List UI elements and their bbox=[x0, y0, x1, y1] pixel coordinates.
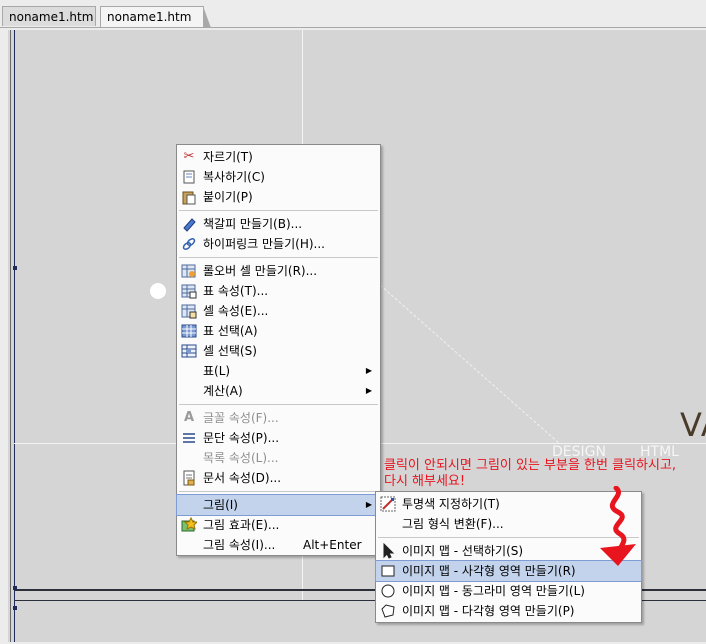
menu-item-label: 그림 속성(I)... bbox=[203, 538, 276, 552]
menu-item-label: 책갈피 만들기(B)... bbox=[203, 217, 303, 231]
cell-select-icon bbox=[181, 343, 197, 359]
menu-item-image-effect[interactable]: 그림 효과(E)... bbox=[177, 515, 380, 535]
menu-item-calculate-submenu[interactable]: 계산(A) ▶ bbox=[177, 381, 380, 401]
transparency-icon bbox=[380, 496, 396, 512]
submenu-arrow-icon: ▶ bbox=[365, 366, 372, 375]
menu-item-font-properties: A 글꼴 속성(F)... bbox=[177, 408, 380, 428]
menu-item-label: 그림 효과(E)... bbox=[203, 518, 280, 532]
menu-item-label: 셀 선택(S) bbox=[203, 344, 257, 358]
menu-item-shortcut: Alt+Enter bbox=[303, 538, 362, 552]
table-props-icon bbox=[181, 283, 197, 299]
submenu-item-label: 투명색 지정하기(T) bbox=[402, 497, 500, 511]
paragraph-icon bbox=[181, 430, 197, 446]
pointer-icon bbox=[380, 543, 396, 559]
submenu-arrow-icon: ▶ bbox=[365, 386, 372, 395]
menu-item-copy[interactable]: 복사하기(C) bbox=[177, 167, 380, 187]
submenu-item-label: 이미지 맵 - 선택하기(S) bbox=[402, 544, 524, 558]
menu-item-label: 문단 속성(P)... bbox=[203, 431, 280, 445]
menu-separator bbox=[179, 257, 378, 258]
menu-item-image-properties[interactable]: 그림 속성(I)... Alt+Enter bbox=[177, 535, 380, 555]
rectangle-icon bbox=[380, 563, 396, 579]
table-select-icon bbox=[181, 323, 197, 339]
menu-item-label: 롤오버 셀 만들기(R)... bbox=[203, 264, 318, 278]
menu-item-hyperlink[interactable]: 하이퍼링크 만들기(H)... bbox=[177, 234, 380, 254]
menu-separator bbox=[179, 210, 378, 211]
menu-separator bbox=[179, 491, 378, 492]
submenu-arrow-icon: ▶ bbox=[365, 500, 372, 509]
image-effect-icon bbox=[181, 517, 197, 533]
menu-separator bbox=[179, 404, 378, 405]
menu-item-select-table[interactable]: 표 선택(A) bbox=[177, 321, 380, 341]
menu-item-label: 표 선택(A) bbox=[203, 324, 258, 338]
menu-item-label: 표 속성(T)... bbox=[203, 284, 269, 298]
menu-item-label: 붙이기(P) bbox=[203, 190, 253, 204]
menu-item-table-submenu[interactable]: 표(L) ▶ bbox=[177, 361, 380, 381]
submenu-item-label: 이미지 맵 - 동그라미 영역 만들기(L) bbox=[402, 584, 585, 598]
annotation-line: 클릭이 안되시면 그림이 있는 부분을 한번 클릭하시고, bbox=[384, 458, 677, 473]
menu-item-label: 하이퍼링크 만들기(H)... bbox=[203, 237, 325, 251]
menu-item-label: 글꼴 속성(F)... bbox=[203, 411, 279, 425]
circle-icon bbox=[380, 583, 396, 599]
hyperlink-icon bbox=[181, 236, 197, 252]
menu-item-cut[interactable]: ✂ 자르기(T) bbox=[177, 147, 380, 167]
menu-item-rollover-cell[interactable]: 롤오버 셀 만들기(R)... bbox=[177, 261, 380, 281]
menu-item-paragraph-properties[interactable]: 문단 속성(P)... bbox=[177, 428, 380, 448]
menu-item-paste[interactable]: 붙이기(P) bbox=[177, 187, 380, 207]
menu-item-label: 그림(I) bbox=[203, 498, 238, 512]
rollover-cell-icon bbox=[181, 263, 197, 279]
paste-icon bbox=[181, 189, 197, 205]
context-menu: ✂ 자르기(T) 복사하기(C) 붙이기(P) 책갈피 만들기(B)... 하이… bbox=[176, 144, 381, 556]
bookmark-icon bbox=[181, 216, 197, 232]
menu-item-label: 문서 속성(D)... bbox=[203, 471, 282, 485]
copy-icon bbox=[181, 169, 197, 185]
menu-item-label: 계산(A) bbox=[203, 384, 243, 398]
menu-item-bookmark[interactable]: 책갈피 만들기(B)... bbox=[177, 214, 380, 234]
image-text-fragment: VA bbox=[680, 406, 706, 444]
menu-item-table-properties[interactable]: 표 속성(T)... bbox=[177, 281, 380, 301]
menu-item-document-properties[interactable]: 문서 속성(D)... bbox=[177, 468, 380, 488]
submenu-item-label: 그림 형식 변환(F)... bbox=[402, 517, 504, 531]
document-icon bbox=[181, 470, 197, 486]
scissors-icon: ✂ bbox=[183, 149, 195, 164]
submenu-item-imagemap-polygon[interactable]: 이미지 맵 - 다각형 영역 만들기(P) bbox=[376, 601, 641, 621]
menu-item-label: 목록 속성(L)... bbox=[203, 451, 279, 465]
menu-item-select-cell[interactable]: 셀 선택(S) bbox=[177, 341, 380, 361]
red-arrow-icon bbox=[600, 486, 636, 566]
cell-props-icon bbox=[181, 303, 197, 319]
menu-item-list-properties: 목록 속성(L)... bbox=[177, 448, 380, 468]
submenu-item-label: 이미지 맵 - 사각형 영역 만들기(R) bbox=[402, 564, 576, 578]
font-icon: A bbox=[183, 410, 195, 425]
submenu-item-label: 이미지 맵 - 다각형 영역 만들기(P) bbox=[402, 604, 575, 618]
menu-item-image-submenu[interactable]: 그림(I) ▶ bbox=[176, 494, 381, 516]
menu-item-label: 복사하기(C) bbox=[203, 170, 265, 184]
menu-item-cell-properties[interactable]: 셀 속성(E)... bbox=[177, 301, 380, 321]
menu-item-label: 셀 속성(E)... bbox=[203, 304, 269, 318]
menu-item-label: 표(L) bbox=[203, 364, 231, 378]
menu-item-label: 자르기(T) bbox=[203, 150, 253, 164]
submenu-item-imagemap-circle[interactable]: 이미지 맵 - 동그라미 영역 만들기(L) bbox=[376, 581, 641, 601]
polygon-icon bbox=[380, 603, 396, 619]
